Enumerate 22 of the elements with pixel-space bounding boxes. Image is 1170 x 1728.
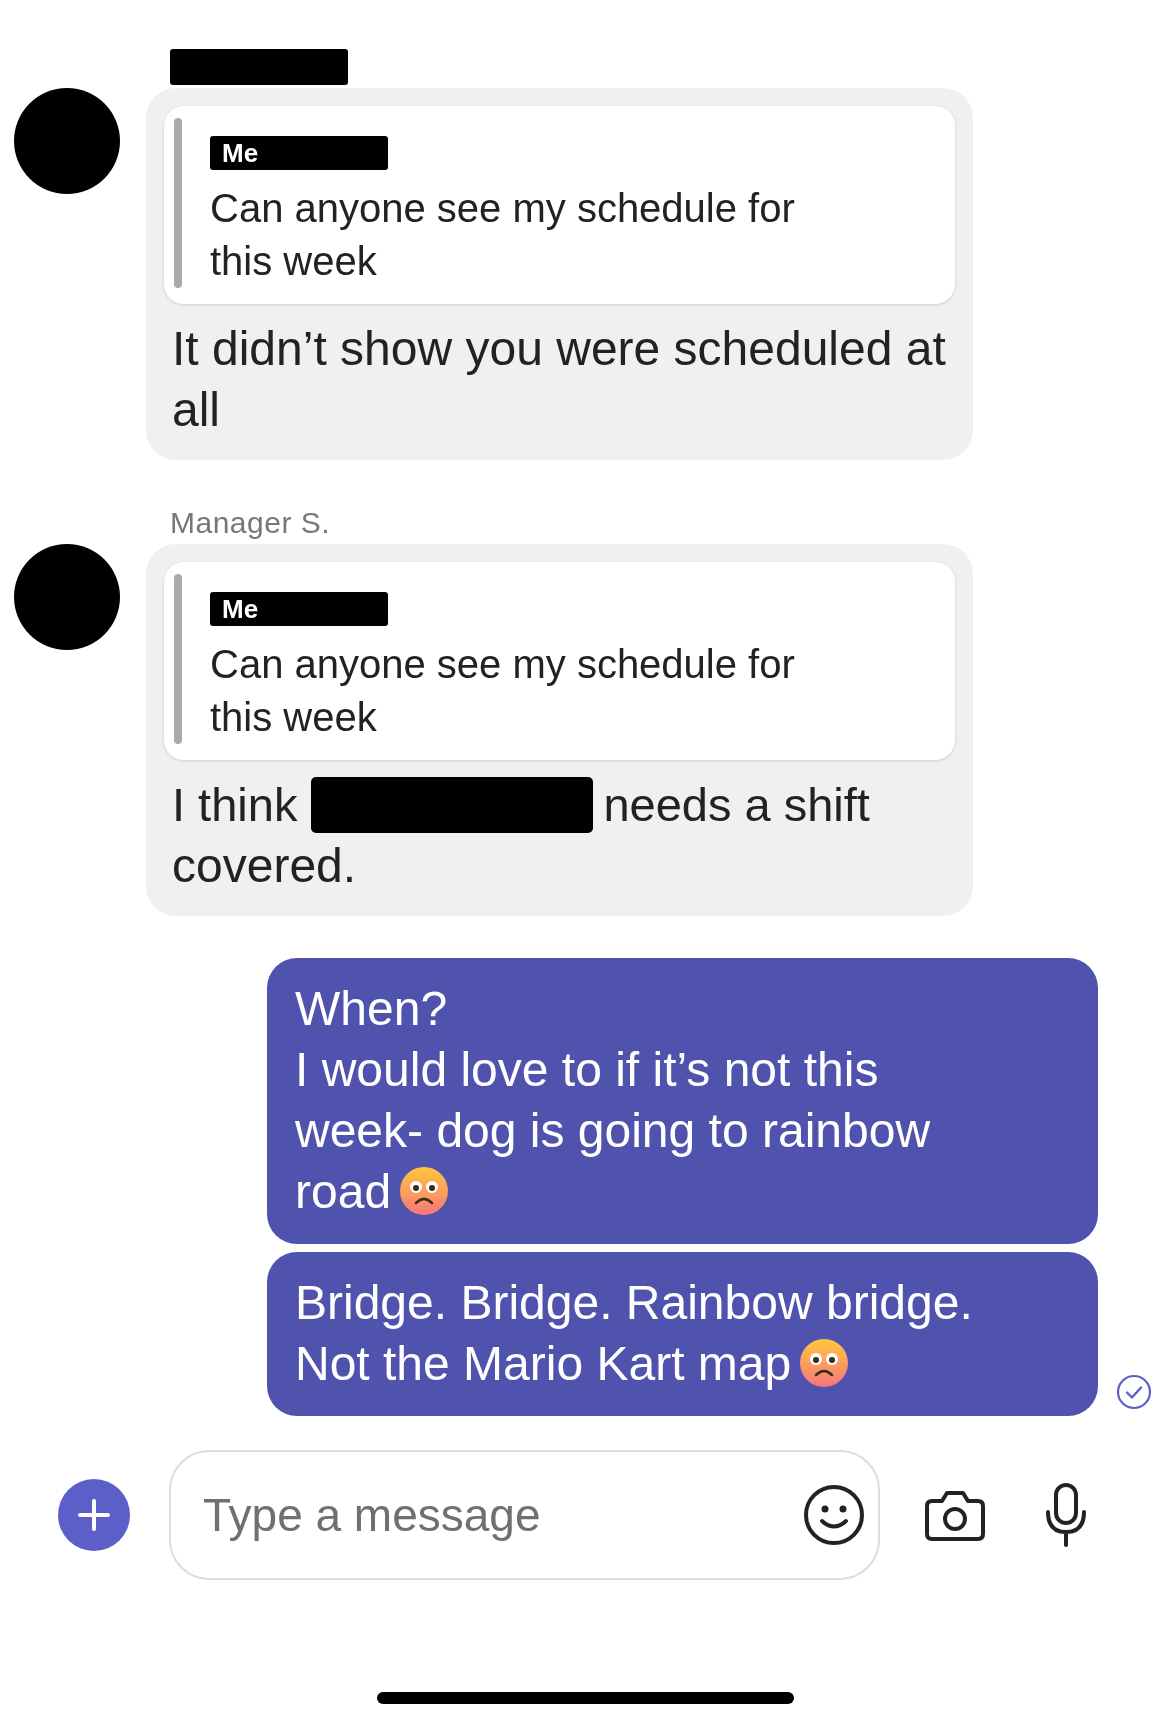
message-input[interactable]: Type a message <box>201 1487 803 1543</box>
message-text: I would love to if it’s not this week- dog is going to rainbow road <box>295 1042 932 1220</box>
composer-field[interactable]: Type a message <box>169 1450 880 1580</box>
quote-author: Me <box>222 593 259 625</box>
emoji-button[interactable] <box>803 1484 865 1546</box>
quoted-message[interactable]: Me Can anyone see my schedule for this week <box>164 562 955 760</box>
microphone-icon <box>1044 1482 1088 1548</box>
sender-name: Manager S. <box>170 506 331 540</box>
smiley-icon <box>803 1484 865 1546</box>
message-text: Bridge. Bridge. Rainbow bridge. <box>295 1275 974 1331</box>
message-text: When? <box>295 981 449 1037</box>
quote-text: Can anyone see my schedule for this week <box>210 185 796 285</box>
quoted-message[interactable]: Me Can anyone see my schedule for this week <box>164 106 955 304</box>
message-text: It didn’t show you were scheduled at all <box>171 321 947 438</box>
quote-text: Can anyone see my schedule for this week <box>210 641 796 741</box>
microphone-button[interactable] <box>1044 1482 1088 1548</box>
message-text: covered. <box>171 838 358 894</box>
message-text: Not the Mario Kart map <box>295 1333 995 1394</box>
plus-icon <box>76 1497 112 1533</box>
message-text: I think <box>172 777 298 833</box>
message-text: needs a shift <box>603 777 870 833</box>
quote-author: Me <box>222 137 259 169</box>
